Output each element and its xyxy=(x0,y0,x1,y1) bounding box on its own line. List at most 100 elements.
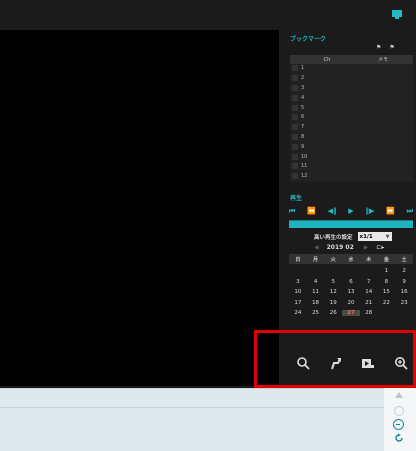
bookmark-checkbox[interactable] xyxy=(292,124,298,131)
bookmark-flag-icon[interactable]: ⚑ xyxy=(389,44,394,51)
bookmark-checkbox[interactable] xyxy=(292,65,298,72)
bookmark-row-number: 5 xyxy=(301,104,305,111)
calendar-day[interactable]: 25 xyxy=(307,310,325,316)
playback-controls: ⏮ ⏪ ◀‖ ▶ ‖▶ ⏩ ⏭ xyxy=(289,206,413,216)
calendar-day[interactable]: 21 xyxy=(360,300,378,306)
calendar-day[interactable]: 24 xyxy=(289,310,307,316)
calendar-day[interactable]: 2 xyxy=(395,268,413,274)
bottom-timeline-area[interactable] xyxy=(0,388,384,451)
bookmark-checkbox[interactable] xyxy=(292,75,298,82)
calendar-nav: ◀ 2019 02 ▶ ⊏▸ xyxy=(314,243,414,252)
calendar-day[interactable]: 22 xyxy=(378,300,396,306)
bookmark-table: Ch メモ 1 2 3 4 5 6 7 8 9 10 11 12 xyxy=(290,55,413,182)
speed-value: x1/1 xyxy=(359,233,373,240)
calendar-day[interactable]: 18 xyxy=(307,300,325,306)
calendar-flag-icon[interactable]: ⊏▸ xyxy=(376,244,384,251)
calendar-day[interactable]: 6 xyxy=(342,279,360,285)
bookmark-checkbox[interactable] xyxy=(292,163,298,170)
bookmark-row-number: 11 xyxy=(301,163,308,170)
bookmark-row-number: 4 xyxy=(301,94,305,101)
calendar-day[interactable]: 11 xyxy=(307,289,325,295)
calendar-day[interactable]: 8 xyxy=(378,279,396,285)
skip-end-icon[interactable]: ⏭ xyxy=(407,206,413,216)
calendar-day[interactable]: 17 xyxy=(289,300,307,306)
bookmark-checkbox[interactable] xyxy=(292,104,298,111)
bookmark-row-number: 10 xyxy=(301,153,308,160)
play-icon[interactable]: ▶ xyxy=(348,206,353,216)
scroll-up-icon[interactable] xyxy=(395,392,403,398)
calendar-day[interactable]: 12 xyxy=(324,289,342,295)
bookmark-checkbox[interactable] xyxy=(292,143,298,150)
playback-title: 再生 xyxy=(290,195,303,202)
skip-start-icon[interactable]: ⏮ xyxy=(289,206,295,216)
bookmark-row-number: 7 xyxy=(301,124,305,131)
bookmark-checkbox[interactable] xyxy=(292,94,298,101)
bookmark-row[interactable]: 2 xyxy=(290,74,413,84)
playback-progress-bar[interactable] xyxy=(289,220,413,228)
bookmark-row[interactable]: 10 xyxy=(290,152,413,162)
calendar-day[interactable]: 27 xyxy=(342,310,360,317)
calendar-day[interactable]: 1 xyxy=(378,268,396,274)
bookmark-checkbox[interactable] xyxy=(292,173,298,180)
calendar-day[interactable]: 19 xyxy=(324,300,342,306)
calendar-day[interactable]: 3 xyxy=(289,279,307,285)
bookmark-title: ブックマーク xyxy=(290,36,327,43)
speed-select[interactable]: x1/1 ▼ xyxy=(357,232,392,241)
bottom-panel xyxy=(0,388,416,451)
calendar-day[interactable]: 7 xyxy=(360,279,378,285)
bookmark-row[interactable]: 3 xyxy=(290,84,413,94)
bookmark-row[interactable]: 5 xyxy=(290,103,413,113)
bookmark-row[interactable]: 11 xyxy=(290,162,413,172)
calendar-day[interactable]: 5 xyxy=(324,279,342,285)
video-display[interactable] xyxy=(0,30,279,386)
bookmark-row-number: 2 xyxy=(301,75,305,82)
zoom-out-small-icon[interactable] xyxy=(393,419,404,430)
calendar-day[interactable]: 13 xyxy=(342,289,360,295)
calendar-day[interactable]: 28 xyxy=(360,310,378,316)
bookmark-checkbox[interactable] xyxy=(292,133,298,140)
next-month-icon[interactable]: ▶ xyxy=(364,244,369,251)
calendar-weekday: 金 xyxy=(383,256,389,263)
bookmark-row[interactable]: 12 xyxy=(290,172,413,182)
step-forward-icon[interactable]: ‖▶ xyxy=(365,206,374,216)
bookmark-row[interactable]: 7 xyxy=(290,123,413,133)
calendar-day[interactable]: 26 xyxy=(324,310,342,316)
bookmark-checkbox[interactable] xyxy=(292,84,298,91)
calendar-day[interactable]: 9 xyxy=(395,279,413,285)
bookmark-add-icon[interactable]: ⚑ xyxy=(376,44,381,51)
bookmark-col-memo: メモ xyxy=(377,57,388,63)
fast-forward-icon[interactable]: ⏩ xyxy=(386,206,395,216)
calendar-weekday: 木 xyxy=(366,256,372,263)
calendar-day[interactable]: 15 xyxy=(378,289,396,295)
bookmark-row[interactable]: 4 xyxy=(290,93,413,104)
calendar-day[interactable]: 4 xyxy=(307,279,325,285)
calendar-month: 2019 02 xyxy=(326,244,354,251)
calendar-weekday: 日 xyxy=(295,256,301,263)
bookmark-row[interactable]: 9 xyxy=(290,142,413,153)
bookmark-actions: ⚑ ⚑ xyxy=(376,44,403,51)
calendar-weekday: 月 xyxy=(313,256,319,263)
bookmark-row-number: 1 xyxy=(301,65,305,72)
bookmark-row[interactable]: 8 xyxy=(290,133,413,143)
zoom-in-small-icon[interactable] xyxy=(394,406,404,416)
bookmark-checkbox[interactable] xyxy=(292,153,298,160)
calendar-day[interactable]: 14 xyxy=(360,289,378,295)
chevron-down-icon: ▼ xyxy=(385,233,390,240)
calendar-day[interactable]: 16 xyxy=(395,289,413,295)
refresh-icon[interactable] xyxy=(394,433,404,443)
calendar-day[interactable]: 23 xyxy=(395,300,413,306)
fast-rewind-icon[interactable]: ⏪ xyxy=(307,206,316,216)
bookmark-window-icon[interactable] xyxy=(391,9,403,21)
bookmark-row[interactable]: 1 xyxy=(290,64,413,74)
calendar-days: 1 2 3 4 5 6 7 8 9 10 11 12 13 14 15 16 17 18 19 20 21 22 23 24 2… xyxy=(289,266,413,319)
calendar-day[interactable]: 10 xyxy=(289,289,307,295)
bottom-side-controls xyxy=(384,388,416,451)
bookmark-row[interactable]: 6 xyxy=(290,113,413,123)
calendar-day[interactable]: 20 xyxy=(342,300,360,306)
bookmark-row-number: 9 xyxy=(301,143,305,150)
bookmark-checkbox[interactable] xyxy=(292,114,298,121)
prev-month-icon[interactable]: ◀ xyxy=(314,244,319,251)
step-back-icon[interactable]: ◀‖ xyxy=(328,206,337,216)
highlight-box xyxy=(254,330,416,388)
calendar-weekday: 土 xyxy=(401,256,407,263)
